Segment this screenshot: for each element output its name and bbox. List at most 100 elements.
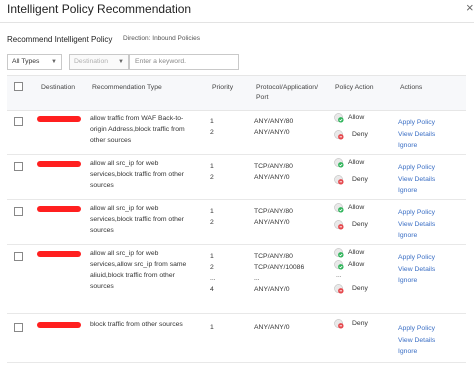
destination-redacted xyxy=(37,251,81,257)
ignore-link[interactable]: Ignore xyxy=(398,275,417,287)
search-placeholder: Enter a keyword. xyxy=(135,58,186,65)
view-details-link[interactable]: View Details xyxy=(398,264,435,276)
ignore-link[interactable]: Ignore xyxy=(398,140,417,152)
chevron-down-icon: ▼ xyxy=(51,59,57,65)
row-checkbox[interactable] xyxy=(14,117,23,126)
column-actions: Actions xyxy=(400,84,423,91)
deny-label: Deny xyxy=(352,131,368,138)
recommendation-type-line: allow traffic from WAF Back-to- xyxy=(90,115,184,122)
recommendation-type-line: other sources xyxy=(90,137,132,144)
recommendation-type-line: allow all src_ip for web xyxy=(90,205,159,212)
priority-value: 1 xyxy=(210,253,214,260)
view-details-link[interactable]: View Details xyxy=(398,129,435,141)
apply-policy-link[interactable]: Apply Policy xyxy=(398,162,435,174)
allow-icon xyxy=(334,113,344,123)
priority-value: 2 xyxy=(210,219,214,226)
row-divider xyxy=(7,362,466,363)
recommendation-type-line: allow all src_ip for web xyxy=(90,160,159,167)
apply-policy-link[interactable]: Apply Policy xyxy=(398,207,435,219)
view-details-link[interactable]: View Details xyxy=(398,174,435,186)
column-destination: Destination xyxy=(41,84,76,91)
deny-label: Deny xyxy=(352,285,368,292)
row-checkbox[interactable] xyxy=(14,162,23,171)
column-policy-action: Policy Action xyxy=(335,84,374,91)
protocol-value: TCP/ANY/10086 xyxy=(254,264,305,271)
priority-value: 1 xyxy=(210,118,214,125)
section-title: Recommend Intelligent Policy xyxy=(7,35,113,44)
row-divider xyxy=(7,199,466,200)
recommendation-type-line: sources xyxy=(90,227,114,234)
protocol-value: TCP/ANY/80 xyxy=(254,208,293,215)
destination-redacted xyxy=(37,206,81,212)
recommendation-type-line: origin Address,block traffic from xyxy=(90,126,185,133)
protocol-value: ANY/ANY/80 xyxy=(254,118,294,125)
row-checkbox[interactable] xyxy=(14,252,23,261)
priority-value: 1 xyxy=(210,324,214,331)
recommendation-type-line: allow all src_ip for web xyxy=(90,250,159,257)
recommendation-type-line: services,block traffic from other xyxy=(90,216,184,223)
destination-select-value: Destination xyxy=(74,58,109,65)
column-recommendation-type: Recommendation Type xyxy=(92,84,162,91)
priority-value: 2 xyxy=(210,264,214,271)
chevron-down-icon: ▼ xyxy=(118,59,124,65)
deny-icon xyxy=(334,130,344,140)
allow-label: Allow xyxy=(348,249,365,256)
table-header xyxy=(7,75,466,111)
dialog-title: Intelligent Policy Recommendation xyxy=(7,2,192,16)
allow-icon xyxy=(334,158,344,168)
protocol-value: ANY/ANY/0 xyxy=(254,129,290,136)
row-checkbox[interactable] xyxy=(14,207,23,216)
recommendation-type-line: services,allow src_ip from same xyxy=(90,261,187,268)
deny-icon xyxy=(334,284,344,294)
priority-value: 1 xyxy=(210,208,214,215)
apply-policy-link[interactable]: Apply Policy xyxy=(398,252,435,264)
view-details-link[interactable]: View Details xyxy=(398,219,435,231)
deny-label: Deny xyxy=(352,320,368,327)
select-all-checkbox[interactable] xyxy=(14,82,23,91)
allow-icon xyxy=(334,260,344,270)
row-checkbox[interactable] xyxy=(14,323,23,332)
deny-icon xyxy=(334,220,344,230)
deny-label: Deny xyxy=(352,221,368,228)
column-protocol: Protocol/Application/ xyxy=(256,84,318,91)
destination-select[interactable]: Destination ▼ xyxy=(69,54,129,70)
ignore-link[interactable]: Ignore xyxy=(398,346,417,358)
row-divider xyxy=(7,154,466,155)
view-details-link[interactable]: View Details xyxy=(398,335,435,347)
protocol-value: ANY/ANY/0 xyxy=(254,324,290,331)
policy-action-ellipsis: ... xyxy=(336,272,342,279)
apply-policy-link[interactable]: Apply Policy xyxy=(398,323,435,335)
protocol-value: TCP/ANY/80 xyxy=(254,163,293,170)
ignore-link[interactable]: Ignore xyxy=(398,230,417,242)
deny-label: Deny xyxy=(352,176,368,183)
priority-value: ... xyxy=(210,275,216,282)
row-divider xyxy=(7,313,466,314)
close-icon[interactable]: × xyxy=(466,0,474,16)
ignore-link[interactable]: Ignore xyxy=(398,185,417,197)
protocol-value: ANY/ANY/0 xyxy=(254,286,290,293)
search-input[interactable]: Enter a keyword. xyxy=(129,54,239,70)
recommendation-type-line: sources xyxy=(90,182,114,189)
recommendation-type-line: block traffic from other sources xyxy=(90,321,183,328)
deny-icon xyxy=(334,319,344,329)
row-divider xyxy=(7,244,466,245)
allow-label: Allow xyxy=(348,204,365,211)
column-priority: Priority xyxy=(212,84,234,91)
priority-value: 1 xyxy=(210,163,214,170)
protocol-value: ANY/ANY/0 xyxy=(254,174,290,181)
priority-value: 4 xyxy=(210,286,214,293)
recommendation-type-line: sources xyxy=(90,283,114,290)
destination-redacted xyxy=(37,161,81,167)
type-select[interactable]: All Types ▼ xyxy=(7,54,62,70)
apply-policy-link[interactable]: Apply Policy xyxy=(398,117,435,129)
allow-label: Allow xyxy=(348,114,365,121)
protocol-value: ... xyxy=(254,275,260,282)
recommendation-type-line: aliuid,block traffic from other xyxy=(90,272,175,279)
protocol-value: ANY/ANY/0 xyxy=(254,219,290,226)
priority-value: 2 xyxy=(210,129,214,136)
column-protocol-port: Port xyxy=(256,94,269,101)
allow-icon xyxy=(334,248,344,258)
deny-icon xyxy=(334,175,344,185)
priority-value: 2 xyxy=(210,174,214,181)
destination-redacted xyxy=(37,116,81,122)
